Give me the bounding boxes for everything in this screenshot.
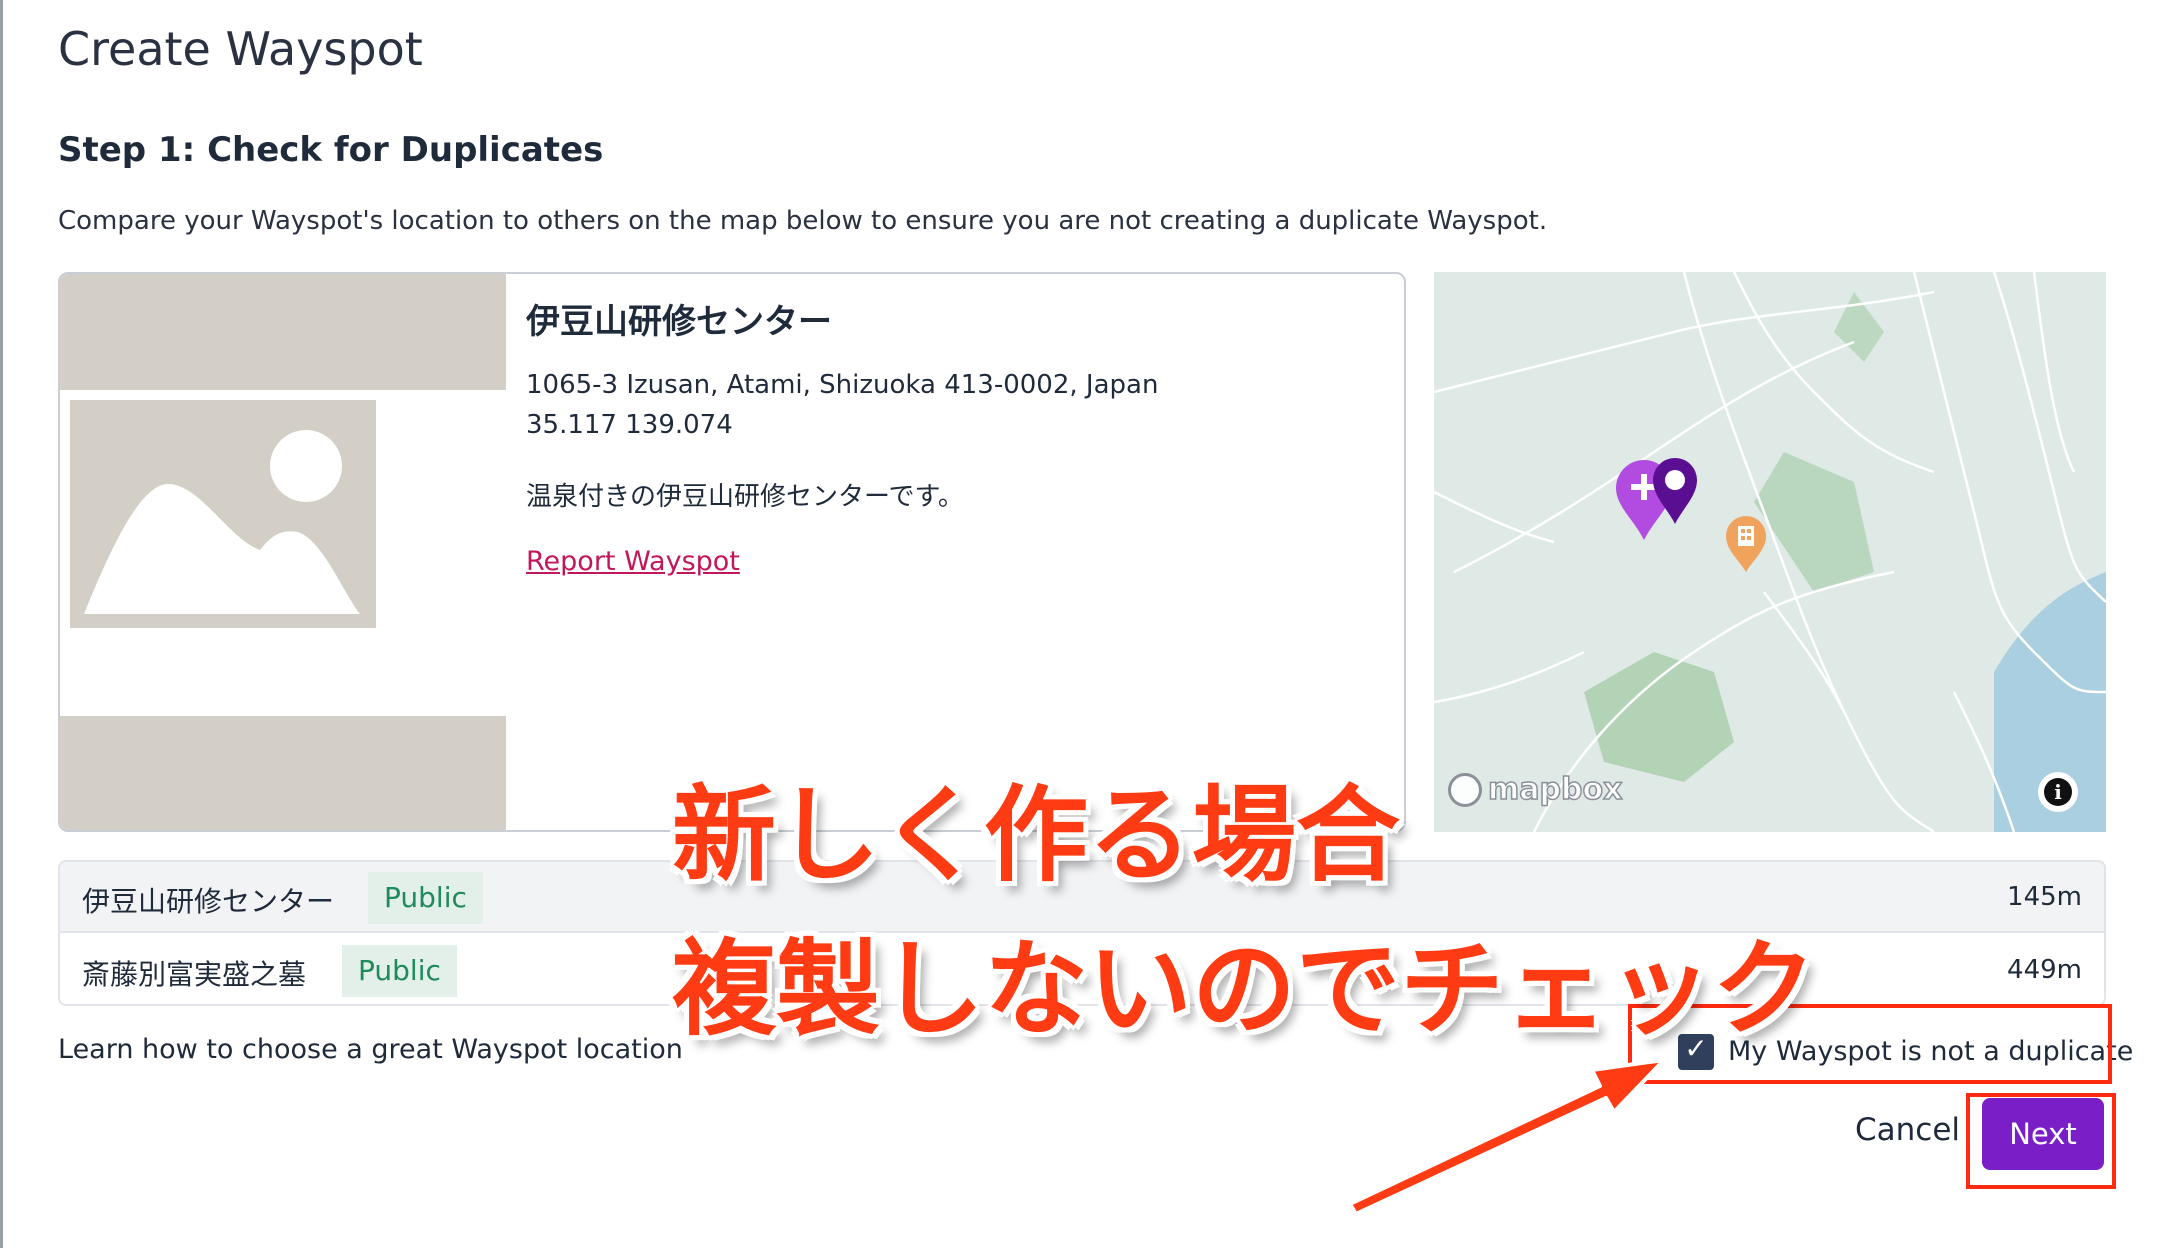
annotation-line2: 複製しないのでチェック: [672, 928, 1817, 1050]
annotation-arrow-icon: [1348, 1058, 1666, 1216]
annotation-line1: 新しく作る場合: [672, 774, 1401, 896]
